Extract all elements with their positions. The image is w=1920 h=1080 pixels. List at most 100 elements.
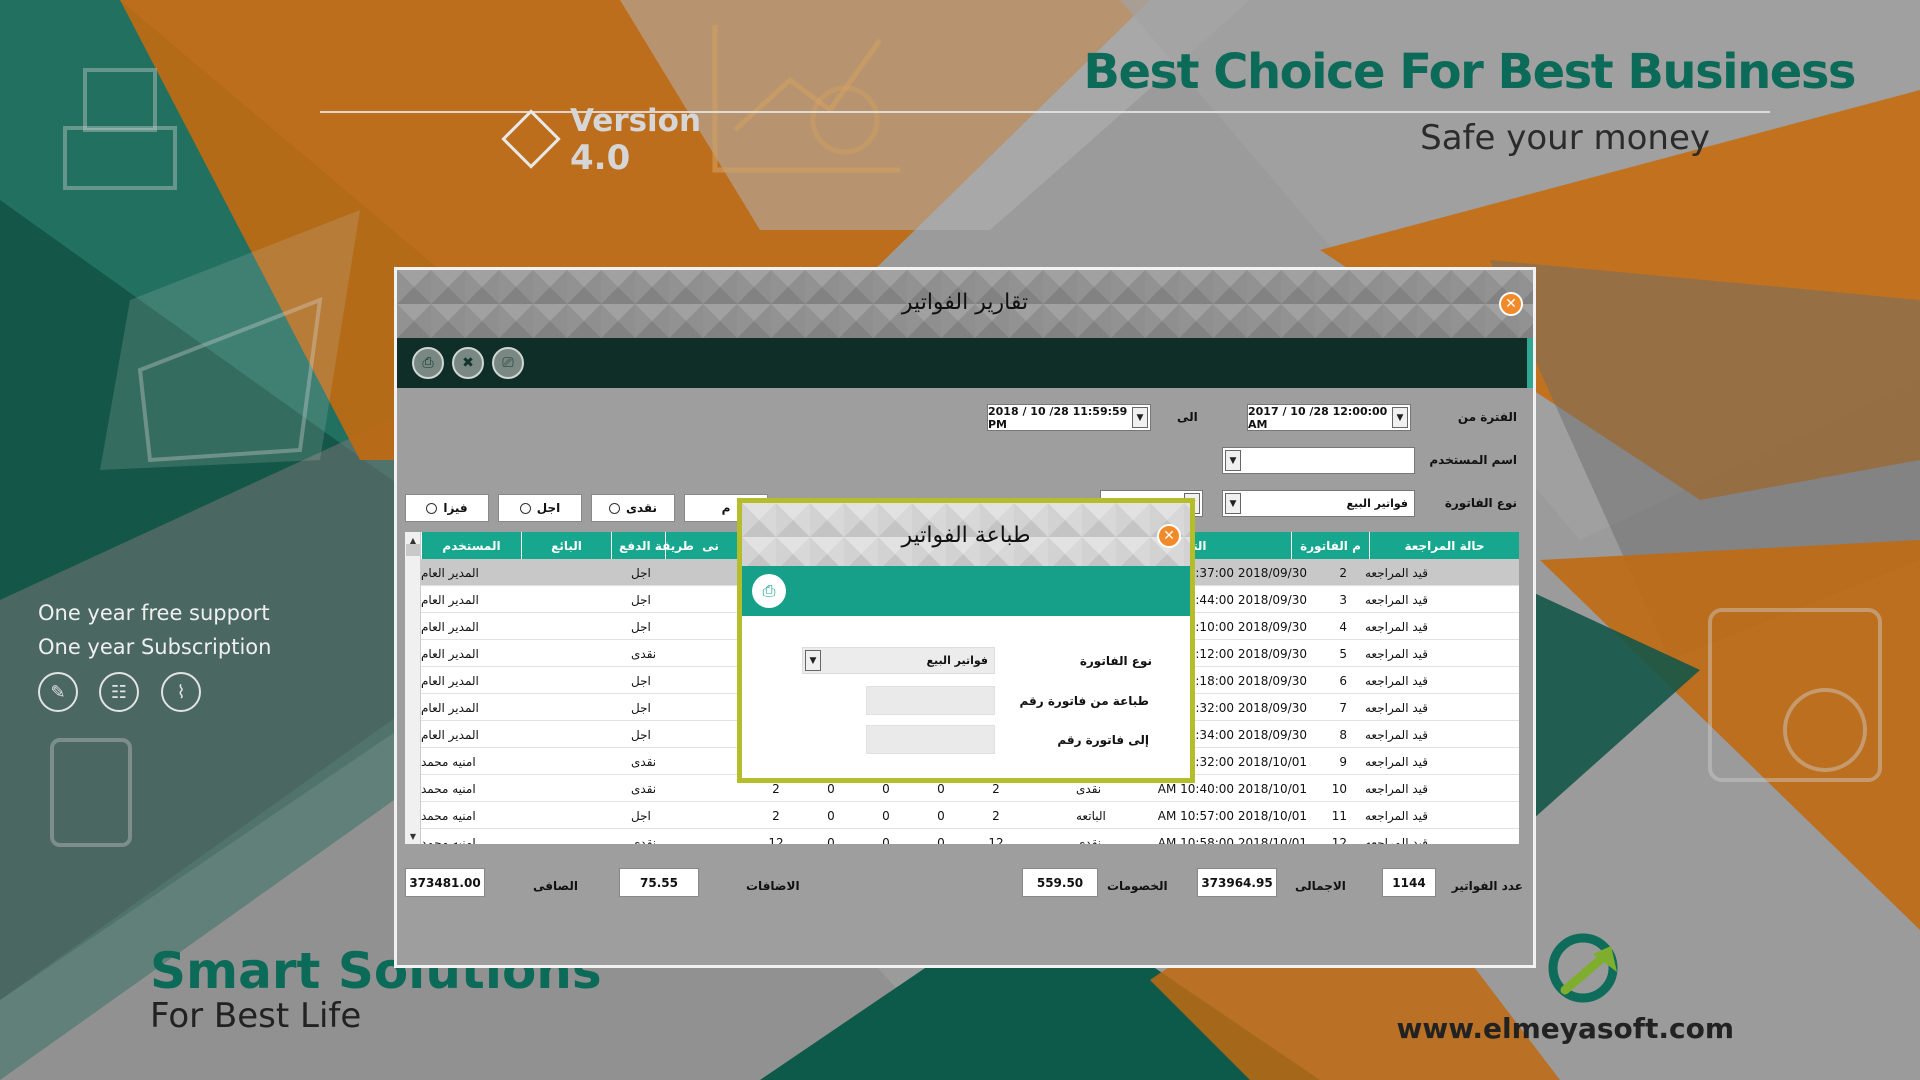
cell-date: PM 09:34:00 2018/09/30 [1158,727,1307,742]
cell-status: قيد المراجعه [1365,754,1428,769]
invoice-type-dropdown[interactable]: فواتير البيع ▼ [1222,490,1415,517]
cell-payment: نقدى [631,646,657,661]
date-to-picker[interactable]: 2018 / 10 /28 11:59:59 PM ▼ [987,404,1151,431]
total-value: 373964.95 [1197,868,1277,897]
additions-value: 75.55 [619,868,699,897]
cell-payment: اجل [631,700,651,715]
cell-payment: اجل [631,727,651,742]
cell-payment: اجل [631,592,651,607]
version-number: 4.0 [570,138,631,178]
username-dropdown[interactable]: ▼ [1222,447,1415,474]
printer-icon: ⎙ [422,355,434,371]
col-header-seller[interactable]: البائع [521,532,611,559]
cell-payment: نقدى [631,754,657,769]
cell-user: المدير العام [421,700,479,715]
cell-status: قيد المراجعه [1365,835,1428,845]
additions-label: الاضافات [746,879,800,893]
excel-export-icon: ✖ [462,355,474,371]
cell-amount: 12 [988,835,1004,845]
total-label: الاجمالى [1295,879,1346,893]
payment-credit-label: اجل [536,501,561,515]
cell-payment: اجل [631,565,651,580]
support-line-2: One year Subscription [38,635,272,659]
dialog-toolbar: ⎙ [742,566,1190,616]
dialog-close-button[interactable]: ✕ [1157,524,1181,548]
cell-status: قيد المراجعه [1365,808,1428,823]
cell-user: المدير العام [421,619,479,634]
cell-status: قيد المراجعه [1365,565,1428,580]
payment-cash-label: نقدى [625,501,658,515]
company-logo-icon [1548,933,1618,1003]
cell-status: قيد المراجعه [1365,700,1428,715]
window-toolbar: ⎙ ✖ ⎚ [397,338,1533,388]
radio-credit[interactable] [519,502,531,514]
dialog-invoice-type-value: فواتير البيع [926,654,988,667]
cell-status: قيد المراجعه [1365,673,1428,688]
grid-vertical-scrollbar[interactable]: ▲ ▼ [405,532,421,844]
date-from-value: 2017 / 10 /28 12:00:00 AM [1248,404,1388,431]
window-close-button[interactable]: ✕ [1499,292,1523,316]
invoice-type-label: نوع الفاتورة [1444,496,1517,510]
brand-subline: For Best Life [150,996,362,1036]
window-title: تقارير الفواتير [901,290,1029,315]
support-line-1: One year free support [38,601,270,625]
invoice-count-label: عدد الفواتير [1451,879,1523,893]
dialog-invoice-type-dropdown[interactable]: فواتير البيع ▼ [802,647,995,674]
website-url: www.elmeyasoft.com [1396,1012,1734,1045]
dialog-from-input[interactable] [866,686,995,715]
print-preview-button[interactable]: ⎚ [492,347,524,379]
cell-amount: 0 [882,808,890,823]
payment-option-credit[interactable]: اجل [498,494,582,522]
invoice-count-value: 1144 [1382,868,1436,897]
table-row[interactable]: قيد المراجعه 12 AM 10:58:00 2018/10/01 نقدى… [421,829,1519,845]
cell-status: قيد المراجعه [1365,646,1428,661]
chevron-down-icon[interactable]: ▼ [1392,407,1408,428]
cell-amount: 0 [882,835,890,845]
cell-type: نقدى [1076,835,1102,845]
date-to-value: 2018 / 10 /28 11:59:59 PM [988,404,1128,431]
chevron-down-icon[interactable]: ▼ [1132,407,1148,428]
cell-date: AM 10:57:00 2018/10/01 [1157,808,1307,823]
col-header-status[interactable]: حالة المراجعة [1369,532,1519,559]
username-label: اسم المستخدم [1429,453,1517,467]
cell-status: قيد المراجعه [1365,619,1428,634]
chevron-down-icon[interactable]: ▼ [1225,493,1241,514]
col-header-payment[interactable]: طريقة الدفع [611,532,701,559]
print-button[interactable]: ⎙ [412,347,444,379]
dialog-to-input[interactable] [866,725,995,754]
to-label: الى [1177,410,1198,424]
scroll-down-icon[interactable]: ▼ [406,829,420,843]
table-row[interactable]: قيد المراجعه 11 AM 10:57:00 2018/10/01 البا… [421,802,1519,829]
col-header-user[interactable]: المستخدم [421,532,521,559]
cell-date: AM 10:58:00 2018/10/01 [1157,835,1307,845]
chevron-down-icon[interactable]: ▼ [805,650,821,671]
cell-amount: 12 [768,835,784,845]
period-from-label: الفترة من [1457,410,1517,424]
dialog-print-button[interactable]: ⎙ [752,574,786,608]
cell-user: المدير العام [421,565,479,580]
cell-payment: اجل [631,619,651,634]
cell-payment: اجل [631,673,651,688]
cell-status: قيد المراجعه [1365,727,1428,742]
radio-cash[interactable] [608,502,620,514]
payment-option-cash[interactable]: نقدى [591,494,675,522]
cell-amount: 2 [772,808,780,823]
discounts-value: 559.50 [1022,868,1098,897]
cell-amount: 0 [937,808,945,823]
cell-date: PM 09:18:00 2018/09/30 [1158,673,1307,688]
subtagline: Safe your money [1420,118,1710,158]
payment-option-visa[interactable]: فيزا [405,494,489,522]
chevron-down-icon[interactable]: ▼ [1225,450,1241,471]
date-from-picker[interactable]: 2017 / 10 /28 12:00:00 AM ▼ [1247,404,1411,431]
export-excel-button[interactable]: ✖ [452,347,484,379]
col-header-invoice-no[interactable]: م الفاتورة [1291,532,1369,559]
scroll-thumb[interactable] [406,544,420,556]
radio-visa[interactable] [426,502,438,514]
chart-icon: ⌇ [161,672,201,712]
cell-date: AM 10:40:00 2018/10/01 [1157,781,1307,796]
cell-date: PM 09:12:00 2018/09/30 [1158,646,1307,661]
dialog-from-label: طباعة من فاتورة رقم [1019,694,1149,708]
cell-date: PM 09:32:00 2018/09/30 [1158,700,1307,715]
cell-date: PM 08:37:00 2018/09/30 [1158,565,1307,580]
window-titlebar: تقارير الفواتير ✕ [397,270,1533,338]
